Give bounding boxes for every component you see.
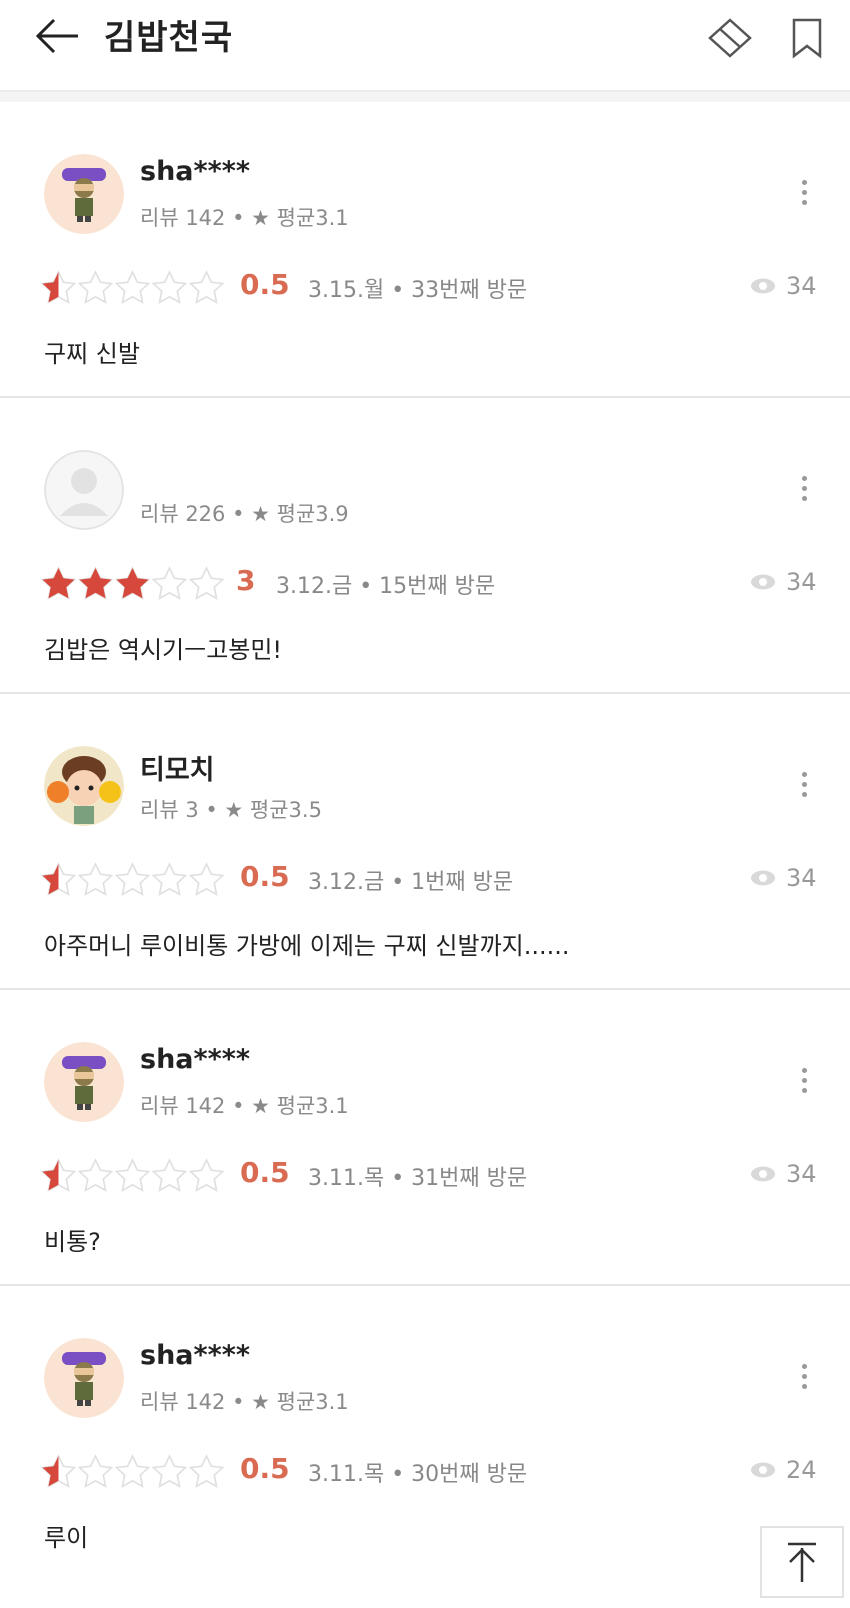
- review-card: sha**** 리뷰 142 • ★ 평균3.1 0.5 3.11.목 • 30…: [0, 1286, 850, 1608]
- visit-date: 3.12.금 • 15번째 방문: [276, 574, 496, 599]
- review-username[interactable]: sha****: [140, 1044, 250, 1075]
- review-comment: 김밥은 역시기ㅡ고봉민!: [44, 636, 283, 664]
- review-username[interactable]: sha****: [140, 1340, 250, 1371]
- more-options-button[interactable]: [796, 472, 812, 512]
- view-count-value: 34: [786, 568, 817, 596]
- review-card: sha**** 리뷰 142 • ★ 평균3.1 0.5 3.11.목 • 31…: [0, 990, 850, 1286]
- star-empty-icon: [77, 1158, 114, 1192]
- star-empty-icon: [151, 1158, 188, 1192]
- avatar[interactable]: [44, 746, 124, 826]
- star-filled-icon: [40, 566, 77, 600]
- review-username[interactable]: sha****: [140, 156, 250, 187]
- page-title: 김밥천국: [104, 18, 234, 58]
- star-empty-icon: [151, 566, 188, 600]
- more-options-button[interactable]: [796, 1360, 812, 1400]
- rating-score: 0.5: [240, 268, 290, 301]
- star-filled-icon: [77, 566, 114, 600]
- review-user-meta: 리뷰 142 • ★ 평균3.1: [140, 1390, 349, 1414]
- visit-date: 3.15.월 • 33번째 방문: [308, 278, 528, 303]
- avatar[interactable]: [44, 1042, 124, 1122]
- star-rating: [40, 1454, 225, 1490]
- share-icon: [708, 18, 752, 58]
- eye-icon: [751, 1462, 775, 1478]
- star-half-icon: [40, 1158, 77, 1192]
- star-rating: [40, 862, 225, 898]
- review-comment: 구찌 신발: [44, 340, 140, 368]
- view-count: 34: [750, 568, 817, 596]
- scroll-top-button[interactable]: [760, 1526, 844, 1598]
- more-options-button[interactable]: [796, 1064, 812, 1104]
- view-count-value: 34: [786, 1160, 817, 1188]
- star-empty-icon: [151, 862, 188, 896]
- more-options-button[interactable]: [796, 768, 812, 808]
- star-empty-icon: [114, 862, 151, 896]
- eye-icon: [751, 1166, 775, 1182]
- review-comment: 루이: [44, 1524, 89, 1552]
- star-empty-icon: [188, 566, 225, 600]
- arrow-up-to-top-icon: [788, 1542, 816, 1582]
- review-card: 티모치 리뷰 3 • ★ 평균3.5 0.5 3.12.금 • 1번째 방문 3…: [0, 694, 850, 990]
- back-button[interactable]: [32, 14, 84, 58]
- visit-date: 3.11.목 • 30번째 방문: [308, 1462, 528, 1487]
- eye-icon: [751, 278, 775, 294]
- view-count-value: 24: [786, 1456, 817, 1484]
- eye-icon: [751, 574, 775, 590]
- view-count: 24: [750, 1456, 817, 1484]
- bookmark-icon: [792, 18, 822, 59]
- star-half-icon: [40, 862, 77, 896]
- rating-score: 3: [236, 564, 256, 597]
- star-rating: [40, 566, 225, 602]
- star-empty-icon: [188, 270, 225, 304]
- star-half-icon: [40, 1454, 77, 1488]
- app-header: 김밥천국: [0, 0, 850, 92]
- star-empty-icon: [151, 270, 188, 304]
- review-card: 리뷰 226 • ★ 평균3.9 3 3.12.금 • 15번째 방문 34 김…: [0, 398, 850, 694]
- star-empty-icon: [77, 270, 114, 304]
- avatar[interactable]: [44, 154, 124, 234]
- star-rating: [40, 1158, 225, 1194]
- star-empty-icon: [114, 1454, 151, 1488]
- review-user-meta: 리뷰 142 • ★ 평균3.1: [140, 1094, 349, 1118]
- avatar[interactable]: [44, 450, 124, 530]
- rating-score: 0.5: [240, 860, 290, 893]
- share-button[interactable]: [704, 16, 756, 60]
- eye-icon: [751, 870, 775, 886]
- visit-date: 3.11.목 • 31번째 방문: [308, 1166, 528, 1191]
- star-empty-icon: [151, 1454, 188, 1488]
- star-rating: [40, 270, 225, 306]
- view-count: 34: [750, 864, 817, 892]
- star-empty-icon: [188, 862, 225, 896]
- view-count: 34: [750, 272, 817, 300]
- review-card: sha**** 리뷰 142 • ★ 평균3.1 0.5 3.15.월 • 33…: [0, 102, 850, 398]
- star-empty-icon: [188, 1158, 225, 1192]
- arrow-left-icon: [35, 18, 78, 54]
- review-comment: 아주머니 루이비통 가방에 이제는 구찌 신발까지......: [44, 932, 570, 960]
- more-options-button[interactable]: [796, 176, 812, 216]
- view-count-value: 34: [786, 864, 817, 892]
- visit-date: 3.12.금 • 1번째 방문: [308, 870, 514, 895]
- view-count: 34: [750, 1160, 817, 1188]
- review-comment: 비통?: [44, 1228, 101, 1256]
- review-user-meta: 리뷰 142 • ★ 평균3.1: [140, 206, 349, 230]
- star-empty-icon: [77, 1454, 114, 1488]
- star-empty-icon: [188, 1454, 225, 1488]
- star-empty-icon: [114, 270, 151, 304]
- review-user-meta: 리뷰 226 • ★ 평균3.9: [140, 502, 349, 526]
- bookmark-button[interactable]: [790, 16, 824, 60]
- star-filled-icon: [114, 566, 151, 600]
- star-half-icon: [40, 270, 77, 304]
- star-empty-icon: [114, 1158, 151, 1192]
- rating-score: 0.5: [240, 1156, 290, 1189]
- review-username[interactable]: 티모치: [140, 748, 215, 787]
- header-divider: [0, 92, 850, 102]
- review-user-meta: 리뷰 3 • ★ 평균3.5: [140, 798, 322, 822]
- rating-score: 0.5: [240, 1452, 290, 1485]
- avatar[interactable]: [44, 1338, 124, 1418]
- view-count-value: 34: [786, 272, 817, 300]
- star-empty-icon: [77, 862, 114, 896]
